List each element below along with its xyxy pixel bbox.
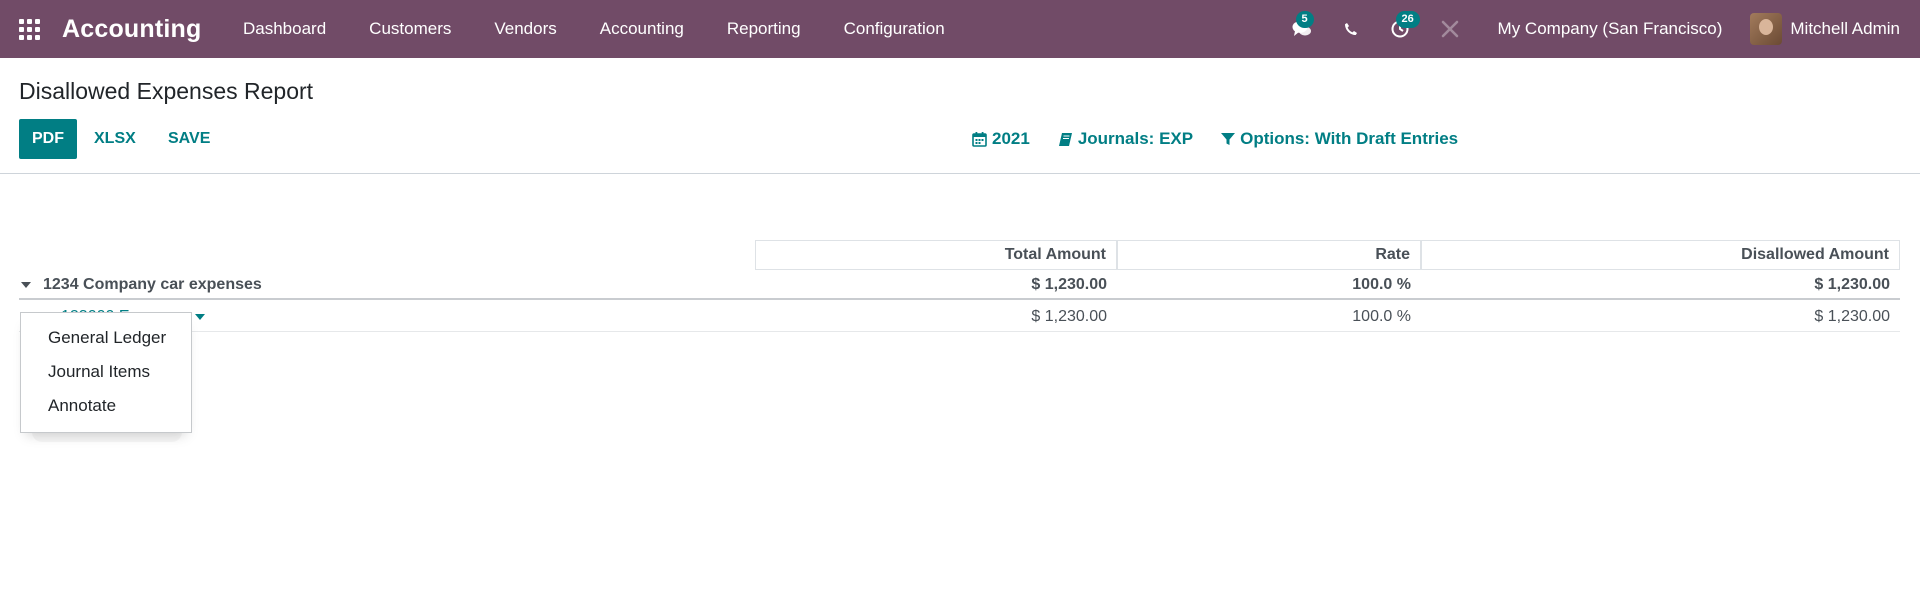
date-filter[interactable]: 2021 xyxy=(972,129,1030,149)
group-toggle[interactable]: 1234 Company car expenses xyxy=(19,270,262,300)
tools-icon xyxy=(1441,20,1458,38)
report-filters: 2021 Journals: EXP Options: With Draft E… xyxy=(972,119,1458,159)
page-title: Disallowed Expenses Report xyxy=(19,78,314,104)
messages-button[interactable]: 5 xyxy=(1274,0,1330,58)
group-disallowed: $ 1,230.00 xyxy=(1814,276,1890,293)
menu-customers[interactable]: Customers xyxy=(348,0,473,58)
company-switcher[interactable]: My Company (San Francisco) xyxy=(1498,19,1723,39)
calendar-icon xyxy=(972,132,987,147)
messages-badge: 5 xyxy=(1295,11,1314,28)
avatar xyxy=(1750,13,1783,45)
menu-dashboard[interactable]: Dashboard xyxy=(222,0,348,58)
phone-button[interactable] xyxy=(1330,0,1372,58)
user-menu[interactable]: Mitchell Admin xyxy=(1750,13,1900,45)
systray: 5 26 My Company (San Francisco) Mitchell… xyxy=(1274,0,1920,58)
phone-icon xyxy=(1344,23,1357,35)
book-icon xyxy=(1058,132,1072,146)
line-rate: 100.0 % xyxy=(1352,308,1411,325)
table-header: Total Amount Rate Disallowed Amount xyxy=(19,240,1900,270)
control-panel: Disallowed Expenses Report PDF XLSX SAVE… xyxy=(0,58,1920,174)
dropdown-item-general-ledger[interactable]: General Ledger xyxy=(21,321,191,355)
column-header-disallowed: Disallowed Amount xyxy=(1421,240,1900,270)
debug-tools-button[interactable] xyxy=(1428,0,1472,58)
line-total: $ 1,230.00 xyxy=(1031,308,1107,325)
user-name: Mitchell Admin xyxy=(1790,19,1900,38)
menu-vendors[interactable]: Vendors xyxy=(473,0,578,58)
caret-down-icon xyxy=(195,314,206,320)
filter-icon xyxy=(1221,133,1236,145)
dropdown-item-journal-items[interactable]: Journal Items xyxy=(21,355,191,389)
menu-reporting[interactable]: Reporting xyxy=(705,0,822,58)
table-row: 123000 Expenses $ 1,230.00 100.0 % $ 1,2… xyxy=(19,302,1900,332)
apps-grid-icon[interactable] xyxy=(0,0,58,58)
activities-badge: 26 xyxy=(1395,11,1420,28)
top-navbar: Accounting Dashboard Customers Vendors A… xyxy=(0,0,1920,58)
main-menu: Dashboard Customers Vendors Accounting R… xyxy=(222,0,967,58)
options-filter-label: Options: With Draft Entries xyxy=(1240,129,1459,148)
group-total: $ 1,230.00 xyxy=(1031,276,1107,293)
line-disallowed: $ 1,230.00 xyxy=(1814,308,1890,325)
activities-button[interactable]: 26 xyxy=(1372,0,1428,58)
date-filter-label: 2021 xyxy=(992,129,1030,148)
column-header-rate: Rate xyxy=(1117,240,1421,270)
table-row-group[interactable]: 1234 Company car expenses $ 1,230.00 100… xyxy=(19,270,1900,300)
journals-filter-label: Journals: EXP xyxy=(1077,129,1194,148)
dropdown-item-annotate[interactable]: Annotate xyxy=(21,389,191,423)
caret-down-icon xyxy=(21,282,31,288)
options-filter[interactable]: Options: With Draft Entries xyxy=(1221,129,1458,149)
app-brand[interactable]: Accounting xyxy=(62,15,202,44)
group-label: 1234 Company car expenses xyxy=(43,276,262,293)
line-actions-dropdown: General Ledger Journal Items Annotate xyxy=(20,312,192,433)
menu-accounting[interactable]: Accounting xyxy=(578,0,705,58)
journals-filter[interactable]: Journals: EXP xyxy=(1058,129,1193,149)
group-rate: 100.0 % xyxy=(1352,276,1411,293)
save-button[interactable]: SAVE xyxy=(168,119,210,159)
menu-configuration[interactable]: Configuration xyxy=(822,0,966,58)
pdf-button[interactable]: PDF xyxy=(19,119,77,159)
column-header-total: Total Amount xyxy=(755,240,1117,270)
xlsx-button[interactable]: XLSX xyxy=(94,119,136,159)
